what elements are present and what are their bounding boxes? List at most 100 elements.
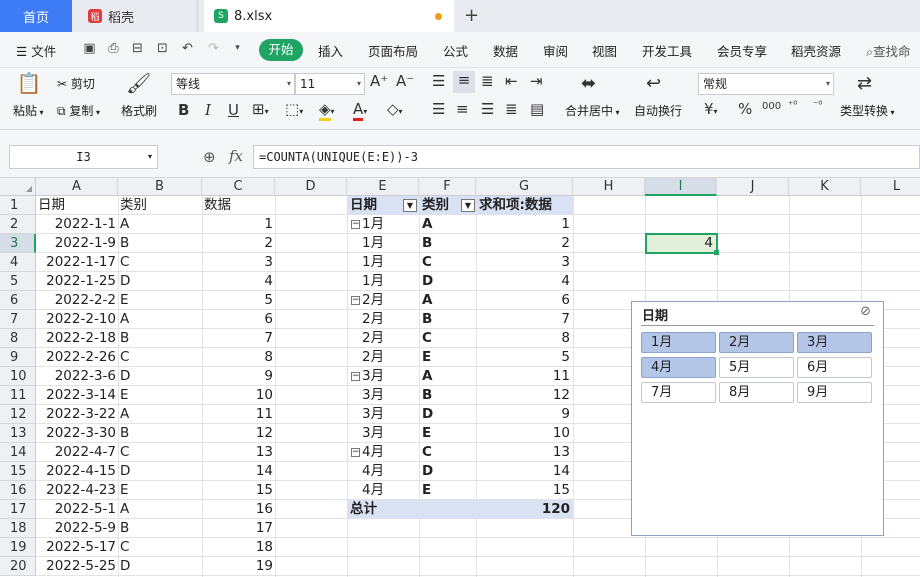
print-preview-icon[interactable]: ⊡ [153, 39, 172, 58]
distributed-icon[interactable]: ▤ [530, 100, 544, 118]
clear-filter-icon[interactable]: ⊘ [860, 304, 871, 319]
menu-developer[interactable]: 开发工具 [642, 41, 692, 60]
fill-handle[interactable] [714, 250, 719, 255]
menu-view[interactable]: 视图 [592, 41, 617, 60]
row-header-5[interactable]: 5 [0, 272, 36, 291]
new-tab-icon[interactable]: + [464, 5, 479, 26]
menu-insert[interactable]: 插入 [318, 41, 343, 60]
align-right-icon[interactable]: ☰ [481, 100, 494, 118]
cut-button[interactable]: ✂ 剪切 [57, 75, 95, 92]
column-header-f[interactable]: F [419, 178, 476, 196]
thousands-icon[interactable]: 000 [762, 101, 781, 112]
export-pdf-icon[interactable]: ⎙ [104, 39, 123, 58]
cell-style-icon[interactable]: ⬚▾ [285, 100, 303, 118]
column-header-g[interactable]: G [476, 178, 573, 196]
row-header-19[interactable]: 19 [0, 538, 36, 557]
name-box[interactable]: I3 ▾ [9, 145, 158, 169]
column-header-d[interactable]: D [275, 178, 347, 196]
row-header-2[interactable]: 2 [0, 215, 36, 234]
align-bottom-icon[interactable]: ≣ [481, 72, 494, 90]
paste-button[interactable]: 粘贴 ▾ [13, 102, 44, 119]
align-top-icon[interactable]: ☰ [432, 72, 445, 90]
percent-icon[interactable]: % [738, 100, 752, 118]
row-header-13[interactable]: 13 [0, 424, 36, 443]
italic-icon[interactable]: I [205, 101, 211, 119]
menu-file[interactable]: ☰ 文件 [16, 41, 56, 60]
column-header-a[interactable]: A [36, 178, 118, 196]
tab-home[interactable]: 首页 [0, 0, 72, 32]
save-icon[interactable]: ▣ [80, 39, 99, 58]
print-icon[interactable]: ⊟ [128, 39, 147, 58]
row-header-8[interactable]: 8 [0, 329, 36, 348]
row-header-1[interactable]: 1 [0, 196, 36, 215]
row-header-6[interactable]: 6 [0, 291, 36, 310]
border-icon[interactable]: ⊞▾ [252, 100, 269, 118]
format-painter-icon[interactable]: 🖌 [126, 71, 151, 95]
column-header-i[interactable]: I [645, 178, 717, 196]
row-header-11[interactable]: 11 [0, 386, 36, 405]
row-header-20[interactable]: 20 [0, 557, 36, 576]
slicer-item[interactable]: 7月 [641, 382, 716, 403]
merge-center-icon[interactable]: ⬌ [581, 73, 596, 94]
slicer-item[interactable]: 9月 [797, 382, 872, 403]
search-command[interactable]: ⌕查找命 [866, 41, 911, 60]
row-header-12[interactable]: 12 [0, 405, 36, 424]
tab-daoke[interactable]: 稻稻壳 [74, 0, 198, 32]
justify-icon[interactable]: ≣ [505, 100, 518, 118]
column-header-e[interactable]: E [347, 178, 419, 196]
increase-font-icon[interactable]: A⁺ [370, 72, 388, 90]
copy-button[interactable]: ⧉ 复制 ▾ [57, 102, 100, 119]
slicer-item[interactable]: 4月 [641, 357, 716, 378]
decrease-decimal-icon[interactable]: ⁻⁰ [813, 100, 822, 111]
zoom-formula-icon[interactable]: ⊕ [203, 148, 216, 166]
quick-access-dropdown-icon[interactable]: ▾ [228, 39, 247, 58]
row-header-3[interactable]: 3 [0, 234, 36, 253]
tab-file[interactable]: S 8.xlsx [204, 0, 454, 32]
align-center-icon[interactable]: ≡ [456, 100, 469, 118]
clear-icon[interactable]: ◇▾ [387, 100, 403, 118]
font-size-select[interactable]: 11 ▾ [295, 73, 365, 95]
row-header-18[interactable]: 18 [0, 519, 36, 538]
wrap-text-button[interactable]: 自动换行 [634, 102, 682, 119]
menu-start[interactable]: 开始 [259, 39, 303, 61]
type-convert-icon[interactable]: ⇄ [857, 73, 872, 94]
slicer-item[interactable]: 2月 [719, 332, 794, 353]
menu-daoke-resources[interactable]: 稻壳资源 [791, 41, 841, 60]
date-slicer[interactable]: 日期 ⊘ 1月 2月 3月 4月 5月 6月 7月 8月 9月 [631, 301, 884, 536]
row-header-16[interactable]: 16 [0, 481, 36, 500]
merge-center-button[interactable]: 合并居中 ▾ [565, 102, 620, 119]
font-color-icon[interactable]: A▾ [353, 100, 367, 121]
menu-formulas[interactable]: 公式 [443, 41, 468, 60]
row-header-4[interactable]: 4 [0, 253, 36, 272]
dropdown-icon[interactable]: ▼ [461, 199, 475, 212]
row-header-9[interactable]: 9 [0, 348, 36, 367]
column-header-j[interactable]: J [717, 178, 789, 196]
column-header-c[interactable]: C [202, 178, 275, 196]
indent-increase-icon[interactable]: ⇥ [530, 72, 543, 90]
menu-data[interactable]: 数据 [493, 41, 518, 60]
menu-member[interactable]: 会员专享 [717, 41, 767, 60]
align-middle-icon[interactable]: ≡ [453, 71, 475, 93]
decrease-font-icon[interactable]: A⁻ [396, 72, 414, 90]
wrap-text-icon[interactable]: ↩ [646, 73, 661, 94]
redo-icon[interactable]: ↷ [204, 39, 223, 58]
type-convert-button[interactable]: 类型转换 ▾ [840, 102, 895, 119]
menu-review[interactable]: 审阅 [543, 41, 568, 60]
menu-page-layout[interactable]: 页面布局 [368, 41, 418, 60]
column-header-h[interactable]: H [573, 178, 645, 196]
slicer-item[interactable]: 3月 [797, 332, 872, 353]
slicer-item[interactable]: 5月 [719, 357, 794, 378]
slicer-item[interactable]: 1月 [641, 332, 716, 353]
align-left-icon[interactable]: ☰ [432, 100, 445, 118]
function-icon[interactable]: fx [229, 147, 243, 165]
row-header-7[interactable]: 7 [0, 310, 36, 329]
currency-icon[interactable]: ¥▾ [704, 100, 718, 118]
underline-icon[interactable]: U [228, 101, 239, 119]
font-name-select[interactable]: 等线 ▾ [171, 73, 295, 95]
filter-icon[interactable]: ▼ [403, 199, 417, 212]
column-header-k[interactable]: K [789, 178, 861, 196]
slicer-item[interactable]: 6月 [797, 357, 872, 378]
number-format-select[interactable]: 常规 ▾ [698, 73, 834, 95]
bold-icon[interactable]: B [178, 101, 189, 119]
column-header-b[interactable]: B [118, 178, 202, 196]
